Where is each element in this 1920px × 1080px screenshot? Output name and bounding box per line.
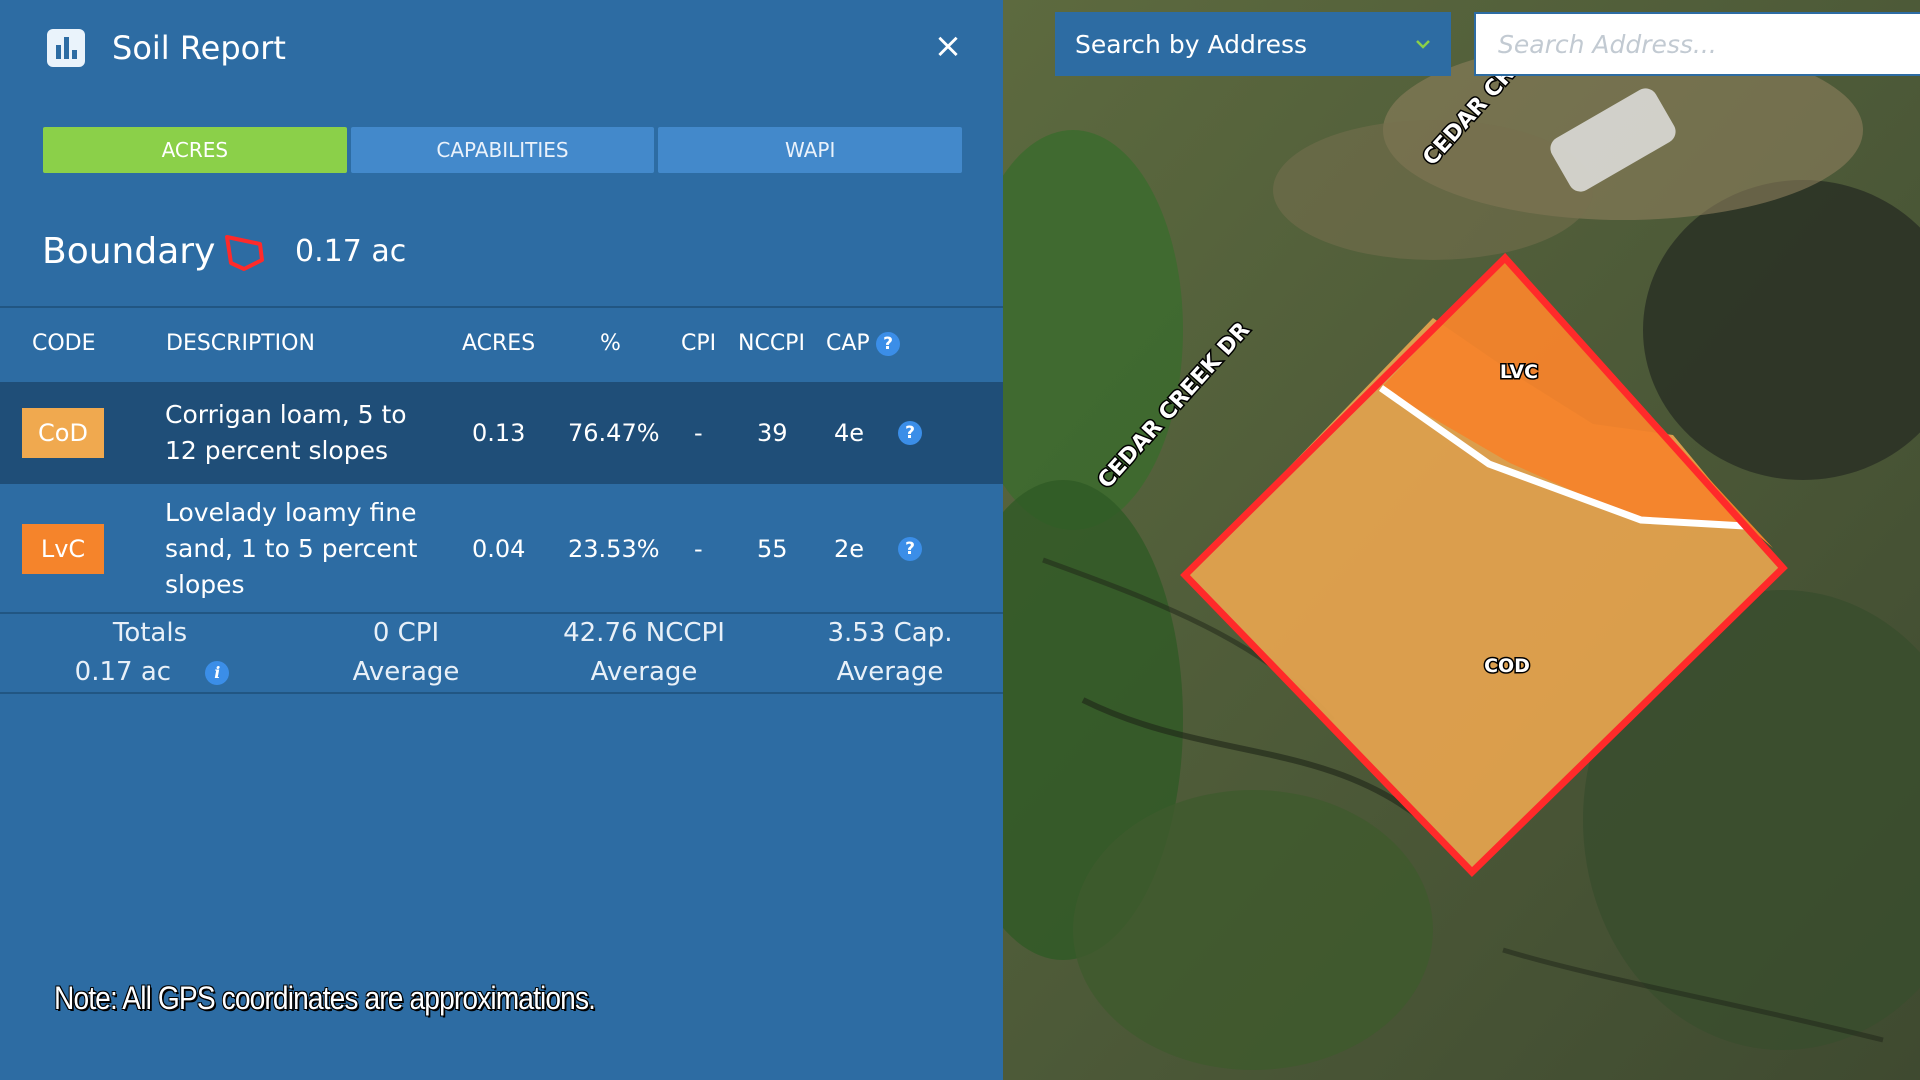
row-cap: 4e <box>834 419 865 447</box>
row-acres: 0.13 <box>472 419 526 447</box>
row-cap: 2e <box>834 535 865 563</box>
totals-acres-wrap: 0.17 ac i <box>52 653 252 692</box>
divider <box>0 692 1003 694</box>
table-row[interactable]: CoD Corrigan loam, 5 to 12 percent slope… <box>0 382 1003 484</box>
header-description: DESCRIPTION <box>166 331 315 356</box>
map-view[interactable]: LVC COD CEDAR CREEK DR CEDAR CRE <box>1003 0 1920 1080</box>
search-mode-select[interactable]: Search by Address <box>1055 12 1451 76</box>
info-icon[interactable]: i <box>205 660 230 685</box>
tab-capabilities[interactable]: CAPABILITIES <box>350 127 655 173</box>
totals-acres: 0.17 ac <box>74 657 172 687</box>
soil-description: Corrigan loam, 5 to 12 percent slopes <box>165 400 407 465</box>
header-nccpi: NCCPI <box>738 331 805 356</box>
tab-acres[interactable]: ACRES <box>43 127 347 173</box>
row-help-icon[interactable]: ? <box>898 537 922 561</box>
polygon-icon[interactable] <box>222 232 268 274</box>
totals-label: Totals <box>112 618 188 648</box>
header-cpi: CPI <box>681 331 717 356</box>
tab-wapi[interactable]: WAPI <box>658 127 963 173</box>
boundary-label: Boundary <box>42 231 216 272</box>
row-percent: 23.53% <box>568 535 660 563</box>
row-percent: 76.47% <box>568 419 660 447</box>
row-cpi: - <box>694 419 703 447</box>
satellite-map[interactable]: LVCCODCEDAR CREEK DRCEDAR CRE <box>1003 0 1920 1080</box>
row-acres: 0.04 <box>472 535 526 563</box>
header-cap: CAP <box>826 331 870 356</box>
zone-label-lvc: LVC <box>1500 361 1538 383</box>
totals-cap-sub: Average <box>836 657 944 687</box>
header-acres: ACRES <box>462 331 536 356</box>
cap-help-icon[interactable]: ? <box>876 332 900 356</box>
soil-code-badge[interactable]: CoD <box>22 408 104 458</box>
totals-nccpi-sub: Average <box>590 657 698 687</box>
header-percent: % <box>600 331 621 356</box>
totals-cpi: 0 CPI <box>372 618 440 648</box>
panel-title: Soil Report <box>112 29 286 67</box>
totals-cap: 3.53 Cap. <box>827 618 953 648</box>
totals-cpi-sub: Average <box>352 657 460 687</box>
header-code: CODE <box>32 331 96 356</box>
search-mode-label: Search by Address <box>1075 29 1308 59</box>
zone-label-cod: COD <box>1484 655 1530 677</box>
row-help-icon[interactable]: ? <box>898 421 922 445</box>
boundary-acres: 0.17 ac <box>295 234 407 269</box>
tab-bar: ACRES CAPABILITIES WAPI <box>43 127 963 173</box>
soil-description: Lovelady loamy fine sand, 1 to 5 percent… <box>165 498 418 599</box>
totals-nccpi: 42.76 NCCPI <box>563 618 725 648</box>
bar-chart-icon <box>47 29 85 67</box>
chevron-down-icon <box>1416 40 1430 49</box>
totals-row: Totals 0.17 ac i 0 CPI Average 42.76 NCC… <box>0 614 1003 690</box>
soil-report-panel: Soil Report × ACRES CAPABILITIES WAPI Bo… <box>0 0 1003 1080</box>
table-header: CODE DESCRIPTION ACRES % CPI NCCPI CAP ? <box>0 308 1003 380</box>
table-row[interactable]: LvC Lovelady loamy fine sand, 1 to 5 per… <box>0 486 1003 612</box>
row-nccpi: 39 <box>757 419 788 447</box>
disclaimer-note: Note: All GPS coordinates are approximat… <box>54 980 596 1016</box>
search-input[interactable] <box>1474 12 1920 76</box>
row-nccpi: 55 <box>757 535 788 563</box>
close-icon[interactable]: × <box>928 26 968 66</box>
soil-code-badge[interactable]: LvC <box>22 524 104 574</box>
row-cpi: - <box>694 535 703 563</box>
